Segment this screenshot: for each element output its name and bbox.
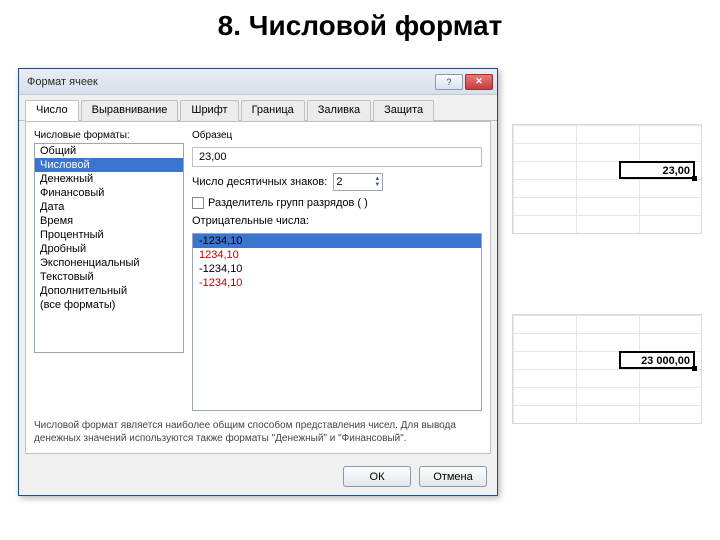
category-item[interactable]: Денежный — [35, 172, 183, 186]
negative-item[interactable]: 1234,10 — [193, 248, 481, 262]
dialog-title: Формат ячеек — [27, 76, 98, 88]
category-item[interactable]: Числовой — [35, 158, 183, 172]
tab-fill[interactable]: Заливка — [307, 100, 371, 121]
cell-bottom-value: 23 000,00 — [641, 355, 690, 367]
category-listbox[interactable]: ОбщийЧисловойДенежныйФинансовыйДатаВремя… — [34, 143, 184, 353]
tab-border[interactable]: Граница — [241, 100, 305, 121]
cell-top-value: 23,00 — [662, 165, 690, 177]
tab-alignment[interactable]: Выравнивание — [81, 100, 179, 121]
thousands-label: Разделитель групп разрядов ( ) — [208, 197, 368, 209]
help-button[interactable]: ? — [435, 74, 463, 90]
category-col: Числовые форматы: ОбщийЧисловойДенежныйФ… — [34, 130, 184, 411]
thousands-checkbox[interactable]: Разделитель групп разрядов ( ) — [192, 197, 482, 209]
format-cells-dialog: Формат ячеек ? ✕ Число Выравнивание Шриф… — [18, 68, 498, 496]
options-col: Образец 23,00 Число десятичных знаков: ▲… — [192, 130, 482, 411]
negative-item[interactable]: -1234,10 — [193, 276, 481, 290]
category-item[interactable]: Текстовый — [35, 270, 183, 284]
category-item[interactable]: Общий — [35, 144, 183, 158]
slide-title: 8. Числовой формат — [0, 0, 720, 58]
sample-label: Образец — [192, 130, 482, 141]
dialog-body: Числовые форматы: ОбщийЧисловойДенежныйФ… — [25, 121, 491, 454]
tab-bar: Число Выравнивание Шрифт Граница Заливка… — [19, 95, 497, 121]
decimals-input[interactable] — [336, 176, 366, 188]
tab-protection[interactable]: Защита — [373, 100, 434, 121]
negative-item[interactable]: -1234,10 — [193, 234, 481, 248]
tab-font[interactable]: Шрифт — [180, 100, 238, 121]
excel-preview-bottom: 23 000,00 — [512, 314, 702, 424]
cancel-button[interactable]: Отмена — [419, 466, 487, 487]
chevron-down-icon[interactable]: ▼ — [374, 182, 380, 188]
category-item[interactable]: Дополнительный — [35, 284, 183, 298]
cell-bottom: 23 000,00 — [619, 351, 695, 369]
grid: 23 000,00 — [513, 315, 701, 423]
button-row: ОК Отмена — [19, 460, 497, 495]
category-item[interactable]: Время — [35, 214, 183, 228]
close-button[interactable]: ✕ — [465, 74, 493, 90]
category-item[interactable]: Дата — [35, 200, 183, 214]
fill-handle-icon — [692, 366, 697, 371]
fill-handle-icon — [692, 176, 697, 181]
category-item[interactable]: Экспоненциальный — [35, 256, 183, 270]
decimals-label: Число десятичных знаков: — [192, 176, 327, 188]
category-label: Числовые форматы: — [34, 130, 184, 141]
ok-button[interactable]: ОК — [343, 466, 411, 487]
negative-item[interactable]: -1234,10 — [193, 262, 481, 276]
canvas: 23,00 23 000,00 Формат ячеек ? ✕ Число В… — [0, 58, 720, 528]
category-item[interactable]: Дробный — [35, 242, 183, 256]
category-item[interactable]: Финансовый — [35, 186, 183, 200]
format-description: Числовой формат является наиболее общим … — [34, 419, 482, 445]
checkbox-box-icon — [192, 197, 204, 209]
cell-top: 23,00 — [619, 161, 695, 179]
tab-number[interactable]: Число — [25, 100, 79, 121]
titlebar[interactable]: Формат ячеек ? ✕ — [19, 69, 497, 95]
grid: 23,00 — [513, 125, 701, 233]
negative-listbox[interactable]: -1234,101234,10-1234,10-1234,10 — [192, 233, 482, 411]
neg-label: Отрицательные числа: — [192, 215, 482, 227]
decimals-spinner[interactable]: ▲ ▼ — [333, 173, 383, 191]
category-item[interactable]: (все форматы) — [35, 298, 183, 312]
excel-preview-top: 23,00 — [512, 124, 702, 234]
category-item[interactable]: Процентный — [35, 228, 183, 242]
sample-box: 23,00 — [192, 147, 482, 167]
